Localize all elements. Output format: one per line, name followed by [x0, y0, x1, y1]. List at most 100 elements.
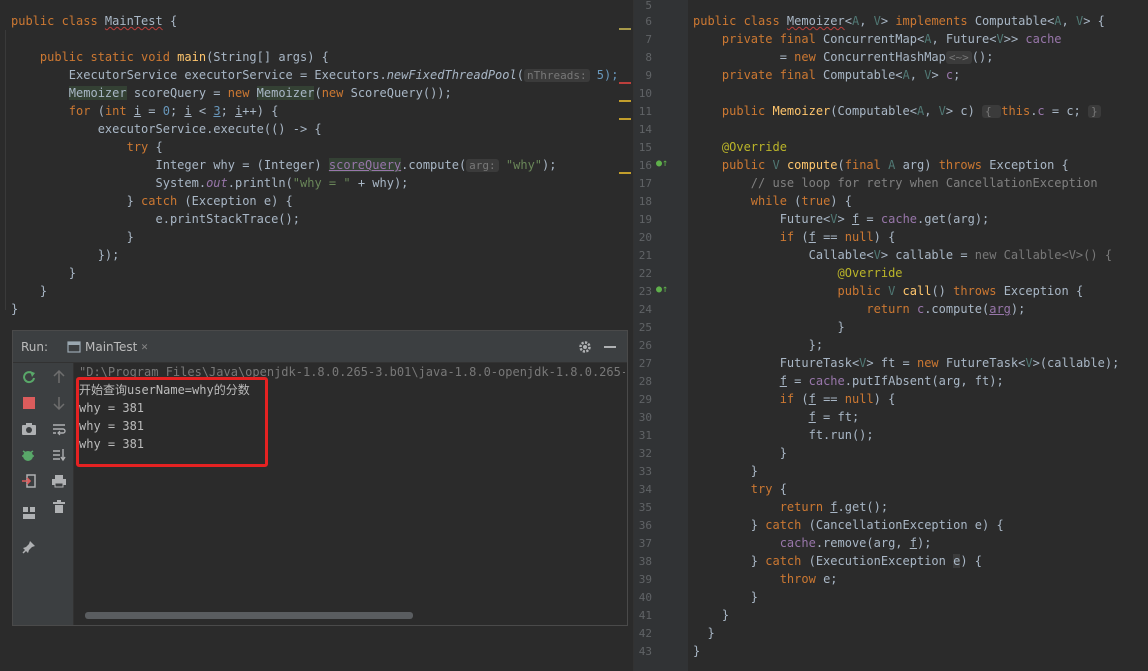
- code-line: = new ConcurrentHashMap <~> ();: [693, 50, 994, 64]
- line-number: 38: [638, 555, 652, 568]
- code-line: Callable<V> callable = new Callable<V>()…: [693, 248, 1113, 262]
- code-line: Memoizer scoreQuery = new Memoizer(new S…: [68, 86, 452, 100]
- warning-marker[interactable]: [619, 100, 631, 102]
- line-number: 23: [638, 285, 652, 298]
- code-line: Future<V> f = cache.get(arg);: [693, 212, 990, 226]
- close-icon[interactable]: ✕: [141, 340, 148, 353]
- code-line: private final ConcurrentMap<A, Future<V>…: [693, 32, 1062, 46]
- memoizer-editor[interactable]: 5 6 7 8 9 10 11 14 15 16 17 18 19 20 21 …: [633, 0, 1148, 671]
- code-line: }: [693, 626, 715, 640]
- line-number: 43: [638, 645, 652, 658]
- code-line: });: [11, 248, 120, 262]
- code-line: f = ft;: [808, 410, 860, 424]
- camera-icon[interactable]: [20, 420, 38, 438]
- code-line: // use loop for retry when CancellationE…: [750, 176, 1098, 190]
- line-number: 8: [645, 51, 652, 64]
- code-line: }: [11, 266, 77, 280]
- console-tab-icon: [67, 340, 81, 353]
- code-line: while (true) {: [750, 194, 852, 208]
- code-line: try {: [126, 140, 163, 154]
- line-number: 30: [638, 411, 652, 424]
- main-test-editor[interactable]: public class MainTest { public static vo…: [0, 0, 633, 330]
- line-number: 29: [638, 393, 652, 406]
- code-line: executorService.execute(() -> {: [11, 122, 322, 136]
- line-number: 5: [645, 0, 652, 12]
- rerun-icon[interactable]: [20, 368, 38, 386]
- line-number: 20: [638, 231, 652, 244]
- line-number: 15: [638, 141, 652, 154]
- code-line: return c.compute(arg);: [866, 302, 1026, 316]
- main-test-code[interactable]: public class MainTest { public static vo…: [11, 12, 618, 318]
- code-line: public V call() throws Exception {: [837, 284, 1084, 298]
- scroll-to-end-icon[interactable]: [50, 446, 68, 464]
- line-number: 42: [638, 627, 652, 640]
- code-line: if (f == null) {: [779, 230, 896, 244]
- gear-icon[interactable]: [578, 340, 592, 354]
- code-line: for (int i = 0; i < 3; i++) {: [68, 104, 279, 118]
- code-line: }: [11, 284, 48, 298]
- line-number: 7: [645, 33, 652, 46]
- horizontal-scrollbar[interactable]: [85, 612, 413, 619]
- code-line: } catch (CancellationException e) {: [693, 518, 1004, 532]
- code-line: return f.get();: [779, 500, 889, 514]
- line-number: 31: [638, 429, 652, 442]
- code-line: }: [11, 230, 134, 244]
- code-line: }: [693, 464, 759, 478]
- code-line: public static void main(String[] args) {: [11, 50, 329, 64]
- code-line: public Memoizer(Computable<A, V> c) { th…: [693, 102, 1119, 120]
- tab-main-test[interactable]: MainTest ✕: [61, 331, 154, 362]
- arrow-up-icon[interactable]: [50, 368, 68, 386]
- code-line: e.printStackTrace();: [11, 212, 300, 226]
- output-highlight-box: [76, 377, 268, 467]
- run-panel[interactable]: Run: MainTest ✕ "D:\Program Files\Java\o…: [12, 330, 628, 626]
- code-line: if (f == null) {: [779, 392, 896, 406]
- line-number: 33: [638, 465, 652, 478]
- trash-icon[interactable]: [50, 498, 68, 516]
- error-marker[interactable]: [619, 82, 631, 84]
- line-number: 39: [638, 573, 652, 586]
- warning-marker[interactable]: [619, 118, 631, 120]
- debug-icon[interactable]: [20, 446, 38, 464]
- minimize-icon[interactable]: [604, 346, 616, 348]
- console-toolbar: [45, 363, 74, 625]
- soft-wrap-icon[interactable]: [50, 420, 68, 438]
- exit-icon[interactable]: [20, 472, 38, 490]
- line-number: 28: [638, 375, 652, 388]
- warning-marker[interactable]: [619, 28, 631, 30]
- code-line: } catch (Exception e) {: [11, 194, 293, 208]
- print-icon[interactable]: [50, 472, 68, 490]
- code-line: }: [693, 644, 701, 658]
- override-icon[interactable]: ●↑: [656, 158, 668, 169]
- code-line: }: [11, 302, 19, 316]
- code-line: };: [693, 338, 824, 352]
- line-number: 40: [638, 591, 652, 604]
- code-line: Integer why = (Integer) scoreQuery.compu…: [11, 158, 557, 172]
- line-number: 9: [645, 69, 652, 82]
- stop-icon[interactable]: [20, 394, 38, 412]
- layout-icon[interactable]: [20, 504, 38, 522]
- line-number: 6: [645, 15, 652, 28]
- run-label: Run:: [21, 340, 49, 354]
- code-line: cache.remove(arg, f);: [779, 536, 932, 550]
- code-line: }: [693, 320, 845, 334]
- line-number: 26: [638, 339, 652, 352]
- code-line: f = cache.putIfAbsent(arg, ft);: [779, 374, 1004, 388]
- pin-icon[interactable]: [20, 538, 38, 556]
- line-number: 34: [638, 483, 652, 496]
- line-number: 11: [638, 105, 652, 118]
- override-icon[interactable]: ●↑: [656, 284, 668, 295]
- line-number: 10: [638, 87, 652, 100]
- arrow-down-icon[interactable]: [50, 394, 68, 412]
- code-line: throw e;: [779, 572, 838, 586]
- line-number: 17: [638, 177, 652, 190]
- warning-marker[interactable]: [619, 172, 631, 174]
- line-number: 22: [638, 267, 652, 280]
- line-number: 25: [638, 321, 652, 334]
- code-line: ExecutorService executorService = Execut…: [11, 68, 619, 82]
- memoizer-code[interactable]: public class Memoizer<A, V> implements C…: [693, 12, 1119, 660]
- line-number: 14: [638, 123, 652, 136]
- code-line: FutureTask<V> ft = new FutureTask<V>(cal…: [693, 356, 1120, 370]
